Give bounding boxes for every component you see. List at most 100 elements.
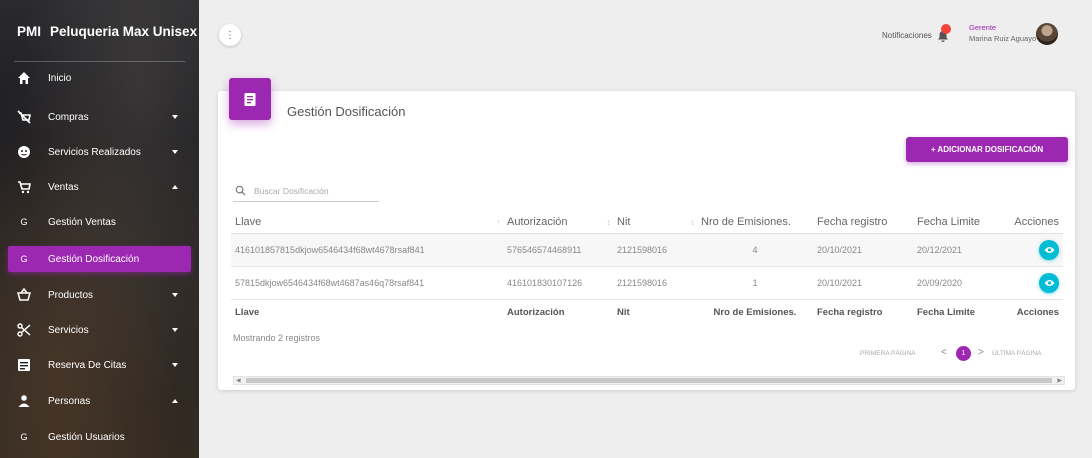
chevron-down-icon (172, 363, 178, 367)
records-count: Mostrando 2 registros (233, 333, 321, 343)
sidebar-item-servicios[interactable]: Servicios (8, 315, 191, 345)
next-page-button[interactable]: > (978, 347, 984, 358)
sidebar-item-letter: G (20, 432, 28, 442)
column-header-fecha-limite[interactable]: Fecha Limite (913, 211, 1007, 234)
scissors-icon (17, 323, 31, 337)
prev-page-button[interactable]: < (941, 347, 947, 358)
add-dosificacion-button[interactable]: + ADICIONAR DOSIFICACIÓN (906, 137, 1068, 162)
user-name: Marina Ruiz Aguayo (969, 34, 1037, 43)
column-header-fecha-registro[interactable]: Fecha registro (813, 211, 913, 234)
table-row: 57815dkjow6546434f68wt4687as46q78rsaf841… (231, 266, 1063, 300)
sidebar-item-label: Servicios Realizados (48, 146, 141, 158)
footer-fecha-limite: Fecha Limite (917, 306, 976, 318)
cell-nit: 2121598016 (613, 266, 697, 300)
first-page-link[interactable]: PRIMERA PÁGINA (860, 350, 916, 357)
view-button[interactable] (1039, 239, 1059, 260)
sidebar-item-label: Inicio (48, 72, 72, 84)
sidebar-item-servicios-realizados[interactable]: Servicios Realizados (8, 137, 191, 167)
cell-autorizacion: 576546574468911 (503, 233, 613, 267)
table-row: 416101857815dkjow6546434f68wt4678rsaf841… (231, 233, 1063, 267)
sidebar-item-ventas[interactable]: Ventas (8, 172, 191, 202)
cell-llave: 57815dkjow6546434f68wt4687as46q78rsaf841 (231, 266, 503, 300)
search-input[interactable] (254, 185, 374, 196)
footer-nit: Nit (617, 306, 630, 318)
footer-llave: Llave (235, 306, 260, 318)
user-role: Gerente (969, 23, 997, 32)
table-header-row: Llave ↑ Autorización ↕ Nit ↕ Nro de Emision… (231, 211, 1063, 234)
brand[interactable]: PMI Peluqueria Max Unisex (0, 0, 199, 62)
sidebar-item-label: Gestión Dosificación (48, 253, 140, 265)
search-box (233, 180, 379, 202)
sort-icon: ↕ (606, 217, 612, 227)
sidebar-item-label: Productos (48, 289, 94, 301)
list-icon (17, 358, 31, 372)
basket-icon (17, 288, 31, 302)
notification-badge (941, 24, 951, 34)
sort-icon: ↕ (690, 217, 696, 227)
horizontal-scrollbar[interactable]: ◀ ▶ (233, 376, 1065, 385)
sidebar-item-label: Compras (48, 111, 89, 123)
sidebar-item-letter: G (20, 254, 28, 264)
last-page-link[interactable]: ÚLTIMA PÁGINA (992, 350, 1041, 357)
sidebar-item-inicio[interactable]: Inicio (8, 63, 191, 93)
sidebar-item-compras[interactable]: Compras (8, 102, 191, 132)
sidebar-item-personas[interactable]: Personas (8, 386, 191, 416)
home-icon (17, 71, 31, 85)
dosificacion-table: Llave ↑ Autorización ↕ Nit ↕ Nro de Emision… (231, 211, 1063, 325)
chevron-down-icon (172, 150, 178, 154)
sidebar-item-label: Reserva De Citas (48, 359, 127, 371)
search-icon (235, 185, 246, 196)
column-header-nro-emisiones[interactable]: Nro de Emisiones. (697, 211, 813, 234)
cell-nit: 2121598016 (613, 233, 697, 267)
page-1-button[interactable]: 1 (956, 346, 971, 361)
assignment-icon (244, 93, 256, 106)
cart-icon (17, 180, 31, 194)
chevron-down-icon (172, 115, 178, 119)
cell-fecha-limite: 20/12/2021 (913, 233, 1007, 267)
footer-acciones: Acciones (1016, 306, 1059, 318)
avatar[interactable] (1036, 23, 1058, 45)
cell-fecha-limite: 20/09/2020 (913, 266, 1007, 300)
column-header-llave[interactable]: Llave ↑ (231, 211, 503, 234)
chevron-up-icon (172, 399, 178, 403)
more-vert-icon: ⋮ (225, 29, 235, 41)
brand-name: Peluqueria Max Unisex (50, 23, 198, 39)
scrollbar-thumb[interactable] (246, 378, 1052, 383)
menu-toggle-button[interactable]: ⋮ (219, 24, 241, 46)
scroll-left-icon[interactable]: ◀ (236, 377, 241, 384)
chevron-down-icon (172, 293, 178, 297)
sidebar-item-label: Gestión Usuarios (48, 431, 125, 443)
cell-acciones (1007, 266, 1063, 300)
cell-llave: 416101857815dkjow6546434f68wt4678rsaf841 (231, 233, 503, 267)
chevron-up-icon (172, 185, 178, 189)
cell-fecha-registro: 20/10/2021 (813, 266, 913, 300)
sidebar-item-reserva-de-citas[interactable]: Reserva De Citas (8, 350, 191, 380)
footer-nro-emisiones: Nro de Emisiones. (713, 306, 797, 318)
brand-abbr: PMI (17, 23, 42, 39)
scroll-right-icon[interactable]: ▶ (1057, 377, 1062, 384)
sidebar-item-label: Personas (48, 395, 91, 407)
cell-nro-emisiones: 1 (697, 266, 813, 300)
notifications-label[interactable]: Notificaciones (882, 31, 932, 40)
column-header-acciones: Acciones (1007, 211, 1063, 234)
sort-icon: ↑ (496, 217, 502, 227)
card-header-icon (229, 78, 271, 120)
column-header-autorizacion[interactable]: Autorización ↕ (503, 211, 613, 234)
eye-icon (1044, 279, 1054, 286)
sidebar-item-gestion-dosificacion[interactable]: G Gestión Dosificación (8, 246, 191, 272)
sidebar-item-productos[interactable]: Productos (8, 280, 191, 310)
cell-fecha-registro: 20/10/2021 (813, 233, 913, 267)
footer-fecha-registro: Fecha registro (817, 306, 883, 318)
sidebar-item-gestion-usuarios[interactable]: G Gestión Usuarios (8, 422, 191, 452)
column-header-nit[interactable]: Nit ↕ (613, 211, 697, 234)
view-button[interactable] (1039, 272, 1059, 293)
sidebar-item-letter: G (20, 217, 28, 227)
face-icon (17, 145, 31, 159)
cart-off-icon (17, 110, 31, 124)
sidebar-item-gestion-ventas[interactable]: G Gestión Ventas (8, 207, 191, 237)
footer-autorizacion: Autorización (507, 306, 565, 318)
sidebar-item-label: Gestión Ventas (48, 216, 116, 228)
table-footer-row: Llave Autorización Nit Nro de Emisiones.… (231, 299, 1063, 325)
sidebar-item-label: Servicios (48, 324, 89, 336)
page-title: Gestión Dosificación (287, 104, 406, 119)
